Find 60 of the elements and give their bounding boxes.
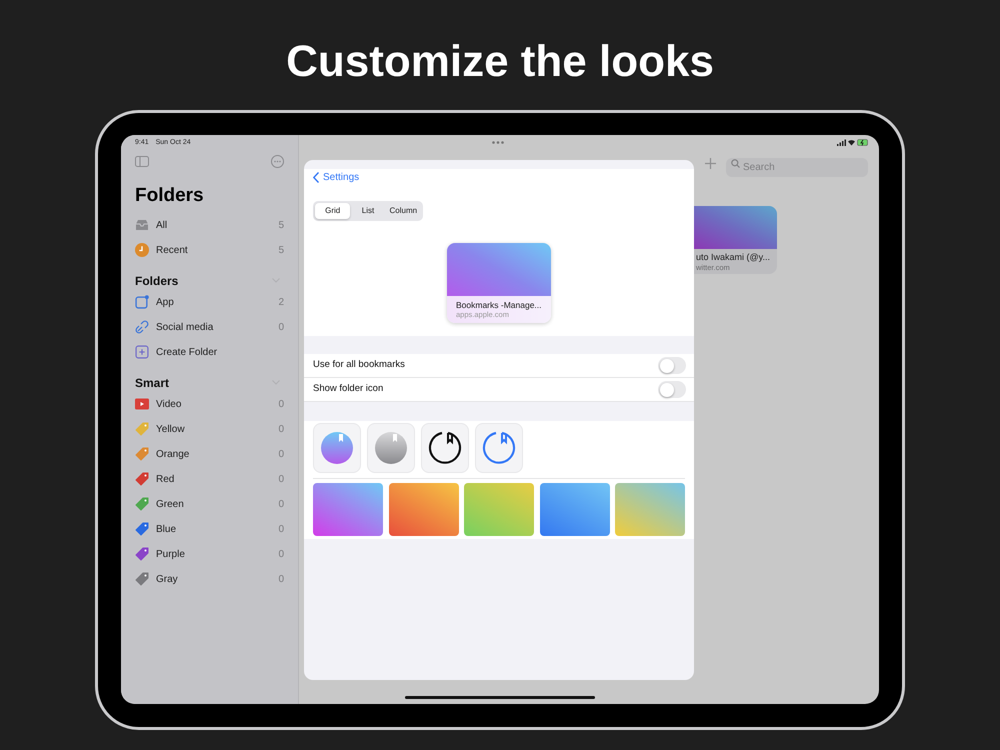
item-label[interactable]: Recent — [156, 242, 188, 258]
toggle-switch[interactable] — [658, 381, 686, 398]
item-count: 0 — [278, 422, 284, 436]
sidebar-title: Folders — [135, 184, 205, 208]
item-count: 5 — [278, 218, 284, 232]
plus-square-icon — [135, 345, 149, 359]
search-field[interactable]: Search — [726, 158, 868, 177]
tray-icon — [135, 218, 149, 232]
item-label[interactable]: Purple — [156, 546, 185, 562]
gradient-swatch[interactable] — [615, 483, 685, 536]
item-label[interactable]: Create Folder — [156, 344, 218, 360]
item-label[interactable]: App — [156, 294, 174, 310]
status-icons-drawing — [837, 139, 869, 146]
item-count: 2 — [278, 296, 284, 310]
card-title: uto Iwakami (@y... — [695, 251, 771, 263]
segment-tab[interactable]: List — [350, 203, 386, 219]
item-label[interactable]: Blue — [156, 522, 176, 536]
plus-icon[interactable] — [705, 158, 716, 169]
item-label[interactable]: Green — [156, 496, 184, 512]
chevron-left-icon — [313, 172, 319, 182]
sidebar-toggle-icon[interactable] — [135, 156, 149, 167]
back-button[interactable]: Settings — [304, 169, 368, 185]
link-icon — [135, 320, 149, 334]
item-count: 0 — [278, 548, 284, 562]
item-count: 0 — [278, 472, 284, 486]
headline: Customize the looks — [285, 40, 715, 84]
toggle-switch[interactable] — [658, 357, 686, 374]
bookmark-circle-outline-icon — [428, 431, 462, 465]
more-icon[interactable] — [271, 155, 284, 168]
item-count: 0 — [278, 398, 284, 412]
gradient-swatch[interactable] — [540, 483, 610, 536]
card-title: Bookmarks -Manage... — [455, 299, 543, 310]
gradient-swatch[interactable] — [464, 483, 534, 536]
item-label[interactable]: Yellow — [156, 422, 185, 436]
item-label[interactable]: Orange — [156, 446, 190, 462]
item-label[interactable]: Gray — [156, 572, 178, 586]
icon-style-option[interactable] — [421, 423, 469, 473]
item-count: 0 — [278, 522, 284, 536]
item-count: 0 — [278, 572, 284, 586]
item-count: 0 — [278, 448, 284, 462]
clock-icon — [135, 243, 149, 257]
gradient-swatch[interactable] — [313, 483, 383, 536]
segment-tab[interactable]: Column — [386, 203, 421, 219]
bookmark-circle-outline-icon — [482, 431, 516, 465]
item-label[interactable]: Red — [156, 472, 174, 486]
section-title: Folders — [135, 272, 178, 290]
item-label[interactable]: All — [156, 218, 168, 232]
section-title: Smart — [135, 374, 170, 392]
toggle-label: Use for all bookmarks — [313, 358, 405, 372]
multitasking-dots-icon[interactable] — [492, 141, 504, 144]
gradient-swatch[interactable] — [388, 483, 458, 536]
item-label[interactable]: Social media — [156, 320, 214, 334]
toggle-label: Show folder icon — [313, 382, 384, 396]
segment-tab[interactable]: Grid — [315, 203, 350, 219]
item-label[interactable]: Video — [156, 396, 182, 412]
item-count: 5 — [278, 244, 284, 258]
bookmark-circle-icon — [320, 431, 354, 465]
bookmark-circle-icon — [374, 431, 408, 465]
item-count: 0 — [278, 320, 284, 334]
item-count: 0 — [278, 498, 284, 512]
